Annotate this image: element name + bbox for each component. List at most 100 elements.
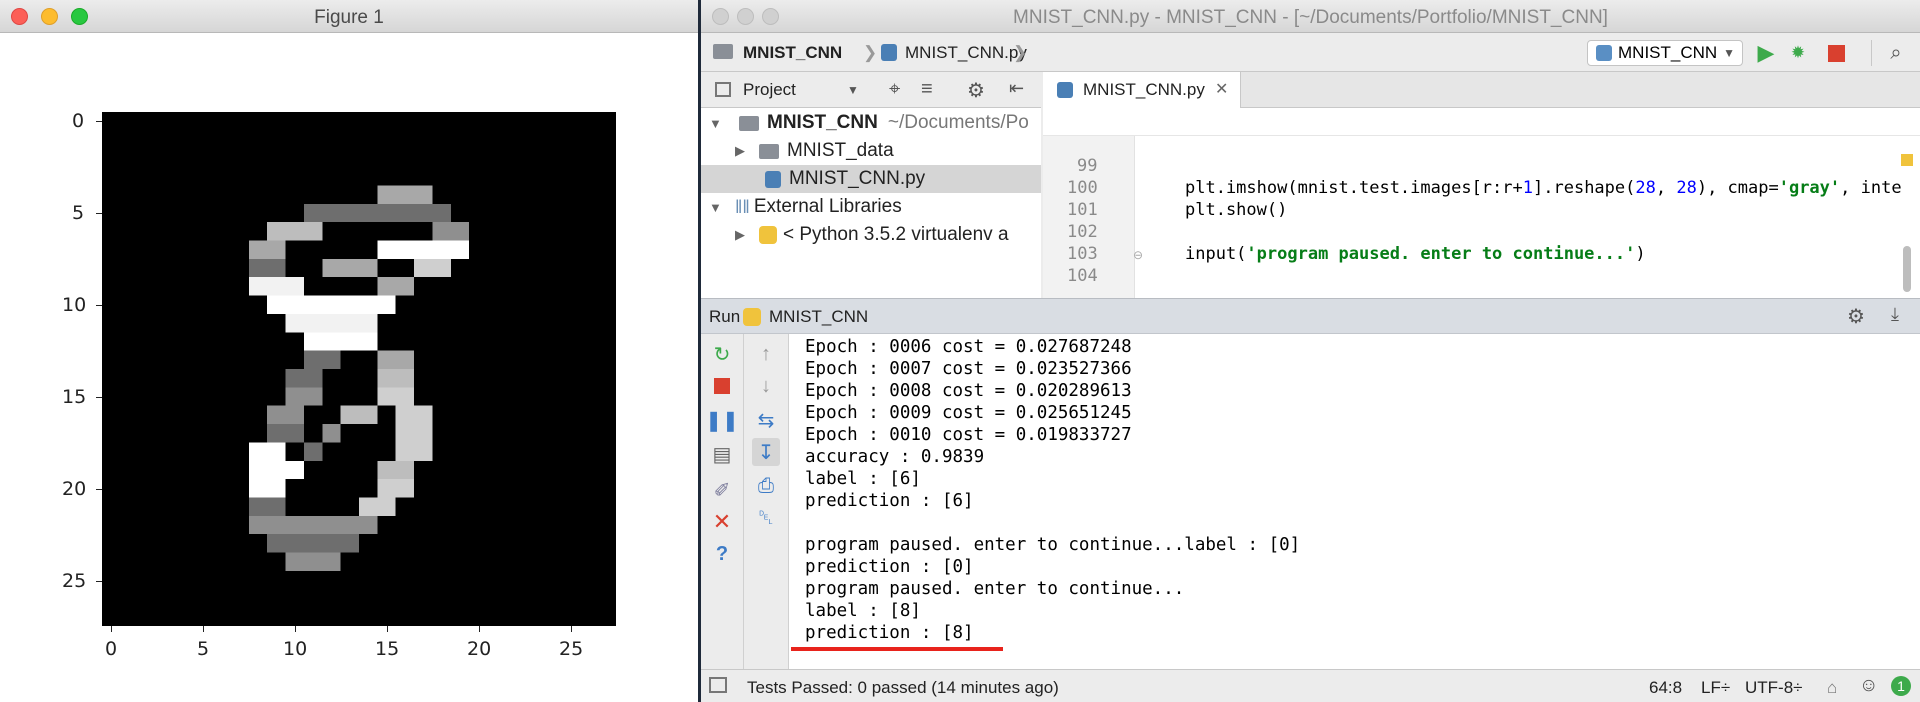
- lock-icon[interactable]: ⌂: [1827, 678, 1837, 698]
- gear-icon[interactable]: ⚙: [967, 78, 985, 103]
- line-number: 102: [1067, 222, 1098, 242]
- folder-icon: [713, 44, 733, 59]
- digit-pixel: [395, 442, 415, 461]
- digit-pixel: [414, 258, 433, 278]
- digit-pixel: [432, 203, 451, 223]
- digit-pixel: [267, 424, 286, 443]
- trash-icon[interactable]: ␡: [752, 504, 780, 532]
- ide-title: MNIST_CNN.py - MNIST_CNN - [~/Documents/…: [1013, 7, 1608, 28]
- hide-panel-icon[interactable]: ⇤: [1009, 78, 1024, 99]
- digit-pixel: [248, 240, 268, 259]
- x-tick: [295, 626, 296, 632]
- stop-icon[interactable]: [708, 372, 736, 400]
- run-icon[interactable]: ▶: [1753, 40, 1779, 66]
- digit-pixel: [359, 515, 378, 535]
- scroll-to-end-icon[interactable]: ↧: [752, 438, 780, 466]
- toggle-tool-windows-icon[interactable]: [709, 677, 727, 693]
- digit-pixel: [377, 277, 396, 296]
- inspector-icon[interactable]: ☺: [1859, 675, 1878, 697]
- run-name: MNIST_CNN: [769, 307, 869, 326]
- tree-item-python-sdk[interactable]: ▶ < Python 3.5.2 virtualenv a: [735, 221, 1009, 249]
- console-line: Epoch : 0009 cost = 0.025651245: [805, 403, 1132, 423]
- digit-pixel: [395, 424, 415, 443]
- digit-pixel: [248, 479, 268, 498]
- status-line-separator[interactable]: LF÷: [1701, 678, 1730, 698]
- digit-pixel: [267, 295, 286, 314]
- figure-titlebar: Figure 1: [0, 0, 698, 33]
- arrow-up-icon[interactable]: ↑: [752, 340, 780, 368]
- print-icon[interactable]: ⎙: [752, 472, 780, 500]
- digit-pixel: [267, 515, 286, 535]
- digit-pixel: [377, 203, 396, 223]
- console-line: label : [6]: [805, 469, 921, 489]
- help-icon[interactable]: ?: [708, 540, 736, 568]
- digit-pixel: [322, 295, 341, 314]
- restore-layout-icon[interactable]: ▤: [708, 440, 736, 468]
- digit-image: [102, 112, 616, 626]
- rerun-icon[interactable]: ↻: [708, 340, 736, 368]
- digit-pixel: [340, 203, 359, 223]
- digit-pixel: [395, 369, 415, 388]
- digit-pixel: [267, 479, 286, 498]
- collapse-icon[interactable]: ≡: [921, 78, 933, 101]
- arrow-down-icon[interactable]: ↓: [752, 372, 780, 400]
- hide-panel-icon[interactable]: ⤓: [1891, 304, 1899, 325]
- x-tick-label: 15: [375, 638, 400, 660]
- warning-marker[interactable]: [1901, 154, 1913, 166]
- digit-pixel: [303, 442, 323, 461]
- digit-pixel: [432, 240, 451, 259]
- status-encoding[interactable]: UTF-8÷: [1745, 678, 1803, 698]
- run-actions-bar: ↻ ❚❚ ▤ ✐ ✕ ?: [701, 334, 744, 669]
- digit-pixel: [285, 313, 304, 333]
- debug-icon[interactable]: ✹: [1785, 40, 1811, 66]
- status-position[interactable]: 64:8: [1649, 678, 1682, 698]
- fold-icon[interactable]: ⊖: [1133, 248, 1143, 262]
- gear-icon[interactable]: ⚙: [1847, 304, 1865, 329]
- console-line: Epoch : 0008 cost = 0.020289613: [805, 381, 1132, 401]
- digit-pixel: [248, 515, 268, 535]
- digit-pixel: [322, 350, 341, 369]
- close-icon[interactable]: ✕: [1215, 79, 1228, 99]
- line-number: 101: [1067, 200, 1098, 220]
- tab-mnist-cnn-py[interactable]: MNIST_CNN.py ✕: [1043, 72, 1241, 108]
- run-console[interactable]: Epoch : 0006 cost = 0.027687248 Epoch : …: [789, 334, 1920, 669]
- project-panel-label[interactable]: Project: [743, 80, 796, 100]
- tree-root[interactable]: ▼ MNIST_CNN ~/Documents/Po: [709, 109, 1029, 137]
- soft-wrap-icon[interactable]: ⇆: [752, 406, 780, 434]
- library-icon: ‖‖: [735, 196, 750, 217]
- pause-icon[interactable]: ❚❚: [705, 406, 739, 434]
- close-icon[interactable]: ✕: [708, 508, 736, 536]
- python-icon: [743, 308, 761, 326]
- digit-pixel: [322, 332, 341, 351]
- digit-pixel: [432, 258, 451, 278]
- run-config-select[interactable]: MNIST_CNN ▼: [1587, 40, 1743, 66]
- run-label: Run: [709, 307, 741, 326]
- tree-item-external-libraries[interactable]: ▼ ‖‖ External Libraries: [709, 193, 902, 221]
- digit-pixel: [303, 350, 323, 369]
- tree-item-mnist-cnn-py[interactable]: MNIST_CNN.py: [701, 165, 1041, 193]
- tree-item-mnist-data[interactable]: ▶ MNIST_data: [735, 137, 894, 165]
- digit-pixel: [248, 497, 268, 516]
- search-icon[interactable]: ⌕: [1883, 40, 1909, 66]
- digit-pixel: [322, 515, 341, 535]
- breadcrumb-project[interactable]: MNIST_CNN: [743, 43, 842, 63]
- tree-external-label: External Libraries: [753, 196, 902, 217]
- navigation-bar: MNIST_CNN ❯ MNIST_CNN.py ❯ MNIST_CNN ▼ ▶…: [701, 34, 1920, 72]
- code-editor[interactable]: 99 100 101 102 103 104 ⊖ plt.imshow(mnis…: [1043, 108, 1920, 298]
- tab-label: MNIST_CNN.py: [1083, 80, 1205, 99]
- breadcrumb-file[interactable]: MNIST_CNN.py: [905, 43, 1027, 63]
- stop-icon[interactable]: [1823, 40, 1849, 66]
- digit-pixel: [395, 240, 415, 259]
- editor-scrollbar[interactable]: [1903, 246, 1911, 292]
- digit-pixel: [377, 497, 396, 516]
- digit-pixel: [450, 240, 470, 259]
- digit-pixel: [322, 552, 341, 571]
- editor-tabs: MNIST_CNN.py ✕: [1043, 72, 1920, 108]
- locate-icon[interactable]: ⌖: [889, 78, 900, 101]
- pin-icon[interactable]: ✐: [708, 476, 736, 504]
- chevron-down-icon[interactable]: ▼: [847, 83, 859, 97]
- notification-badge[interactable]: 1: [1891, 676, 1911, 696]
- digit-pixel: [340, 295, 359, 314]
- digit-pixel: [322, 258, 341, 278]
- digit-pixel: [395, 387, 415, 406]
